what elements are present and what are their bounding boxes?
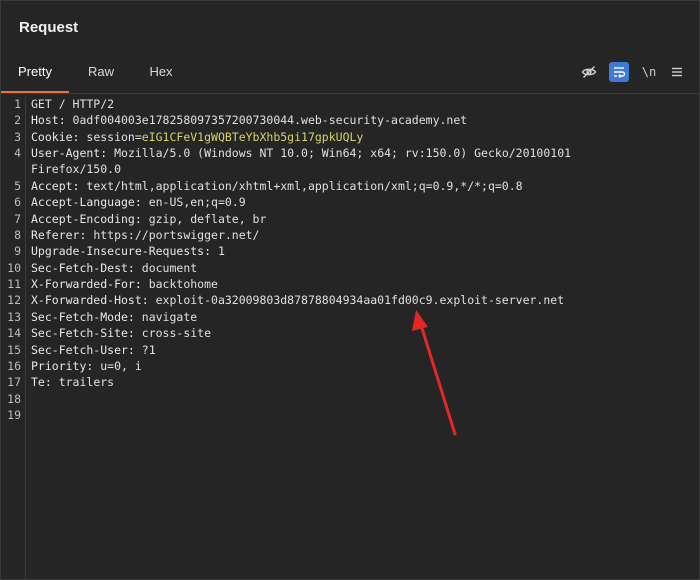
line-number: 15	[7, 343, 21, 357]
header-sec-fetch-user: Sec-Fetch-User: ?1	[31, 342, 693, 358]
header-accept: Accept: text/html,application/xhtml+xml,…	[31, 178, 693, 194]
header-name: Sec-Fetch-Mode:	[31, 310, 135, 324]
request-editor[interactable]: 1 2 3 4 5 6 7 8 9 10 11 12 13 14 15 16 1…	[1, 95, 699, 579]
header-name: Upgrade-Insecure-Requests:	[31, 244, 212, 258]
line-number: 11	[7, 277, 21, 291]
request-line: GET / HTTP/2	[31, 97, 115, 111]
newline-toggle[interactable]: \n	[639, 62, 659, 82]
header-te: Te: trailers	[31, 374, 693, 390]
line-number: 19	[7, 408, 21, 422]
line-number: 18	[7, 392, 21, 406]
header-name: Sec-Fetch-User:	[31, 343, 135, 357]
header-value: trailers	[51, 375, 115, 389]
header-accept-language: Accept-Language: en-US,en;q=0.9	[31, 194, 693, 210]
header-user-agent: User-Agent: Mozilla/5.0 (Windows NT 10.0…	[31, 145, 693, 161]
header-name: X-Forwarded-Host:	[31, 293, 149, 307]
header-value: exploit-0a32009803d87878804934aa01fd00c9…	[148, 293, 565, 307]
line-number: 1	[14, 97, 21, 111]
line-number-gutter: 1 2 3 4 5 6 7 8 9 10 11 12 13 14 15 16 1…	[1, 95, 26, 579]
line-number: 12	[7, 293, 21, 307]
line-number: 13	[7, 310, 21, 324]
tab-pretty[interactable]: Pretty	[1, 57, 69, 93]
header-value: navigate	[134, 310, 198, 324]
header-name: Priority:	[31, 359, 94, 373]
header-name: Referer:	[31, 228, 87, 242]
header-value: en-US,en;q=0.9	[141, 195, 246, 209]
header-name: Accept-Encoding:	[31, 212, 142, 226]
tab-hex[interactable]: Hex	[139, 57, 183, 91]
panel-title: Request	[19, 19, 79, 36]
header-sec-fetch-dest: Sec-Fetch-Dest: document	[31, 260, 693, 276]
header-sec-fetch-mode: Sec-Fetch-Mode: navigate	[31, 309, 693, 325]
line-number: 10	[7, 261, 21, 275]
header-value: Mozilla/5.0 (Windows NT 10.0; Win64; x64…	[107, 146, 572, 160]
wrap-icon[interactable]	[609, 62, 629, 82]
line-number: 4	[14, 146, 21, 160]
cookie-name: session=	[79, 130, 142, 144]
header-user-agent-continued: Firefox/150.0	[31, 162, 122, 176]
header-value: gzip, deflate, br	[141, 212, 267, 226]
header-name: Te:	[31, 375, 52, 389]
cookie-value: eIG1CFeV1gWQBTeYbXhb5gi17gpkUQLy	[141, 130, 364, 144]
line-number: 9	[14, 244, 21, 258]
header-name: User-Agent:	[31, 146, 108, 160]
header-x-forwarded-host: X-Forwarded-Host: exploit-0a32009803d878…	[31, 292, 693, 308]
header-name: Accept-Language:	[31, 195, 142, 209]
line-number: 2	[14, 113, 21, 127]
line-number: 14	[7, 326, 21, 340]
request-panel: Request Pretty Raw Hex \n 1 2 3 4 5 6 7 …	[0, 0, 700, 580]
header-cookie: Cookie: session=eIG1CFeV1gWQBTeYbXhb5gi1…	[31, 129, 693, 145]
header-name: X-Forwarded-For:	[31, 277, 142, 291]
header-sec-fetch-site: Sec-Fetch-Site: cross-site	[31, 325, 693, 341]
line-number: 3	[14, 130, 21, 144]
eye-off-icon[interactable]	[579, 62, 599, 82]
header-value: ?1	[134, 343, 156, 357]
header-name: Cookie:	[31, 130, 80, 144]
header-accept-encoding: Accept-Encoding: gzip, deflate, br	[31, 211, 693, 227]
header-value: document	[134, 261, 198, 275]
header-value: 0adf004003e17825809735720073004​4.web-se…	[65, 113, 468, 127]
header-name: Sec-Fetch-Dest:	[31, 261, 135, 275]
header-value: https://portswigger.net/	[86, 228, 260, 242]
header-referer: Referer: https://portswigger.net/	[31, 227, 693, 243]
header-name: Host:	[31, 113, 66, 127]
line-number: 17	[7, 375, 21, 389]
header-value: text/html,application/xhtml+xml,applicat…	[79, 179, 523, 193]
line-number: 5	[14, 179, 21, 193]
line-number: 8	[14, 228, 21, 242]
line-number: 7	[14, 212, 21, 226]
header-host: Host: 0adf004003e17825809735720073004​4.…	[31, 112, 693, 128]
menu-icon[interactable]	[667, 62, 687, 82]
header-value: cross-site	[134, 326, 212, 340]
line-number: 16	[7, 359, 21, 373]
header-upgrade-insecure-requests: Upgrade-Insecure-Requests: 1	[31, 243, 693, 259]
tab-raw[interactable]: Raw	[79, 57, 123, 91]
header-value: u=0, i	[93, 359, 142, 373]
header-priority: Priority: u=0, i	[31, 358, 693, 374]
header-name: Sec-Fetch-Site:	[31, 326, 135, 340]
header-value: backtohome	[141, 277, 218, 291]
line-number: 6	[14, 195, 21, 209]
header-value: 1	[211, 244, 225, 258]
editor-toolbar: \n	[577, 62, 687, 82]
header-name: Accept:	[31, 179, 80, 193]
header-x-forwarded-for: X-Forwarded-For: backtohome	[31, 276, 693, 292]
